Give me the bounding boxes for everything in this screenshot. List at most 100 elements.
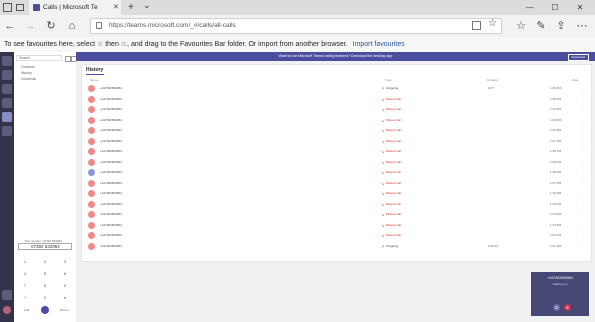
dial-key-2[interactable]: 2 <box>40 259 50 264</box>
calls-icon[interactable] <box>2 112 12 122</box>
favorites-hub-icon[interactable]: ☆ <box>513 18 529 34</box>
page-title: History <box>86 67 104 73</box>
favorite-star-icon[interactable]: ☆ <box>488 18 497 29</box>
share-icon[interactable]: ⇪ <box>553 18 569 34</box>
main-content: Want to use Microsoft Teams calling feat… <box>76 52 595 322</box>
more-options-icon[interactable]: ⋯ <box>582 168 586 177</box>
tab-back-icon[interactable] <box>16 4 24 11</box>
refresh-icon[interactable]: ↻ <box>43 18 59 34</box>
call-date: 1:26 PM <box>550 191 562 195</box>
table-row[interactable]: +447392653964 ↘ Missed call 1:24 PM ⋯ <box>84 210 589 219</box>
column-header-duration[interactable]: Duration <box>487 78 498 82</box>
table-row[interactable]: +447392653964 ↘ Missed call 1:26 PM ⋯ <box>84 189 589 198</box>
more-options-icon[interactable]: ⋯ <box>582 189 586 198</box>
sidebar-item-history[interactable]: History <box>21 71 32 75</box>
more-options-icon[interactable]: ⋯ <box>582 200 586 209</box>
more-options-icon[interactable]: ⋯ <box>582 158 586 167</box>
search-input[interactable]: Search <box>16 55 62 61</box>
call-type: Missed call <box>386 138 401 143</box>
back-icon[interactable]: ← <box>2 18 18 34</box>
minimize-button[interactable]: — <box>520 0 540 15</box>
dial-key-1[interactable]: 1 <box>20 259 30 264</box>
table-row[interactable]: +447392653964 ↘ Missed call 1:31 PM ⋯ <box>84 137 589 146</box>
close-window-button[interactable]: ✕ <box>570 0 590 15</box>
more-options-icon[interactable]: ⋯ <box>582 116 586 125</box>
download-button[interactable]: Download <box>567 54 589 61</box>
dial-key-6[interactable]: 6 <box>60 271 70 276</box>
table-row[interactable]: +447392653964 ↗ Outgoing 0:07 1:36 PM ⋯ <box>84 84 589 93</box>
column-header-name[interactable]: Name <box>90 78 98 82</box>
more-options-icon[interactable]: ⋯ <box>582 210 586 219</box>
dial-key-3[interactable]: 3 <box>60 259 70 264</box>
more-options-icon[interactable]: ⋯ <box>582 137 586 146</box>
tab-manager-icon[interactable] <box>3 3 12 12</box>
sidebar-item-voicemail[interactable]: Voicemail <box>21 77 36 81</box>
avatar[interactable] <box>3 306 11 314</box>
accept-call-button[interactable]: ✆ <box>553 304 560 311</box>
call-type: Missed call <box>386 149 401 153</box>
more-options-icon[interactable]: ⋯ <box>582 84 586 93</box>
forward-icon[interactable]: → <box>22 18 38 34</box>
files-icon[interactable] <box>2 126 12 136</box>
dial-key-hash[interactable]: # <box>60 295 70 300</box>
table-row[interactable]: +447392653964 ↗ Outgoing 0:00:24 1:21 PM ⋯ <box>84 242 589 251</box>
table-row[interactable]: +447392653964 ↘ Missed call 1:22 PM ⋯ <box>84 231 589 240</box>
home-icon[interactable]: ⌂ <box>64 18 80 34</box>
table-row[interactable]: +447392653964 ↘ Missed call 1:28 PM ⋯ <box>84 168 589 177</box>
more-options-icon[interactable]: ⋯ <box>582 105 586 114</box>
maximize-button[interactable]: ☐ <box>545 0 565 15</box>
caller-name: +447392653964 <box>100 212 122 216</box>
column-header-type[interactable]: Type <box>385 78 392 82</box>
address-bar[interactable]: https://teams.microsoft.com/_#/calls/all… <box>90 18 502 34</box>
more-options-icon[interactable]: ⋯ <box>582 221 586 230</box>
call-date: 1:25 PM <box>550 201 562 206</box>
calendar-icon[interactable] <box>2 98 12 108</box>
caller-name: +447392653964 <box>100 159 122 164</box>
dial-key-star[interactable]: * <box>20 295 30 300</box>
dial-key-0[interactable]: 0 <box>40 295 50 300</box>
tab-close-icon[interactable]: ✕ <box>113 0 119 15</box>
pen-icon[interactable]: ✎ <box>533 18 549 34</box>
more-options-icon[interactable]: ⋯ <box>582 147 586 156</box>
call-type: Missed call <box>386 107 401 111</box>
sidebar-item-contacts[interactable]: Contacts <box>21 65 35 69</box>
column-header-date[interactable]: Date <box>572 78 578 82</box>
browser-tab-calls[interactable]: Calls | Microsoft Te <box>29 0 121 15</box>
reading-view-icon[interactable] <box>472 21 481 30</box>
dial-key-5[interactable]: 5 <box>40 271 50 276</box>
dial-key-4[interactable]: 4 <box>20 271 30 276</box>
dial-key-9[interactable]: 9 <box>60 283 70 288</box>
caller-name: +447392653964 <box>100 96 122 101</box>
call-type: Missed call <box>386 128 401 132</box>
table-row[interactable]: +447392653964 ↘ Missed call 1:27 PM ⋯ <box>84 179 589 188</box>
table-row[interactable]: +447392653964 ↘ Missed call 1:25 PM ⋯ <box>84 200 589 209</box>
table-row[interactable]: +447392653964 ↘ Missed call 1:33 PM ⋯ <box>84 116 589 125</box>
chat-icon[interactable] <box>2 70 12 80</box>
table-row[interactable]: +447392653964 ↘ Missed call 1:23 PM ⋯ <box>84 221 589 230</box>
teams-icon[interactable] <box>2 84 12 94</box>
table-row[interactable]: +447392653964 ↘ Missed call 1:30 PM ⋯ <box>84 147 589 156</box>
incoming-call-popup[interactable]: +447392653964 Calling you ✆ ✆ <box>531 272 589 316</box>
dial-key-8[interactable]: 8 <box>40 283 50 288</box>
dial-key-7[interactable]: 7 <box>20 283 30 288</box>
call-date: 1:24 PM <box>550 212 562 216</box>
more-icon[interactable]: ⋯ <box>574 18 590 34</box>
table-row[interactable]: +447392653964 ↘ Missed call 1:29 PM ⋯ <box>84 158 589 167</box>
more-options-icon[interactable]: ⋯ <box>582 179 586 188</box>
table-row[interactable]: +447392653964 ↘ Missed call 1:35 PM ⋯ <box>84 95 589 104</box>
activity-icon[interactable] <box>2 56 12 66</box>
table-row[interactable]: +447392653964 ↘ Missed call 1:34 PM ⋯ <box>84 105 589 114</box>
dial-number-input[interactable]: 07392 632964 <box>18 243 72 250</box>
more-options-icon[interactable]: ⋯ <box>582 126 586 135</box>
more-options-icon[interactable]: ⋯ <box>582 231 586 240</box>
call-button[interactable] <box>41 306 49 314</box>
new-tab-button[interactable]: + <box>128 0 134 15</box>
missed-call-icon: ↘ <box>381 159 385 165</box>
decline-call-button[interactable]: ✆ <box>564 304 571 311</box>
apps-icon[interactable] <box>2 290 12 300</box>
tab-list-dropdown[interactable]: ⌄ <box>143 0 151 13</box>
more-options-icon[interactable]: ⋯ <box>582 95 586 104</box>
import-favourites-link[interactable]: Import favourites <box>353 41 405 48</box>
more-options-icon[interactable]: ⋯ <box>582 242 586 251</box>
table-row[interactable]: +447392653964 ↘ Missed call 1:32 PM ⋯ <box>84 126 589 135</box>
